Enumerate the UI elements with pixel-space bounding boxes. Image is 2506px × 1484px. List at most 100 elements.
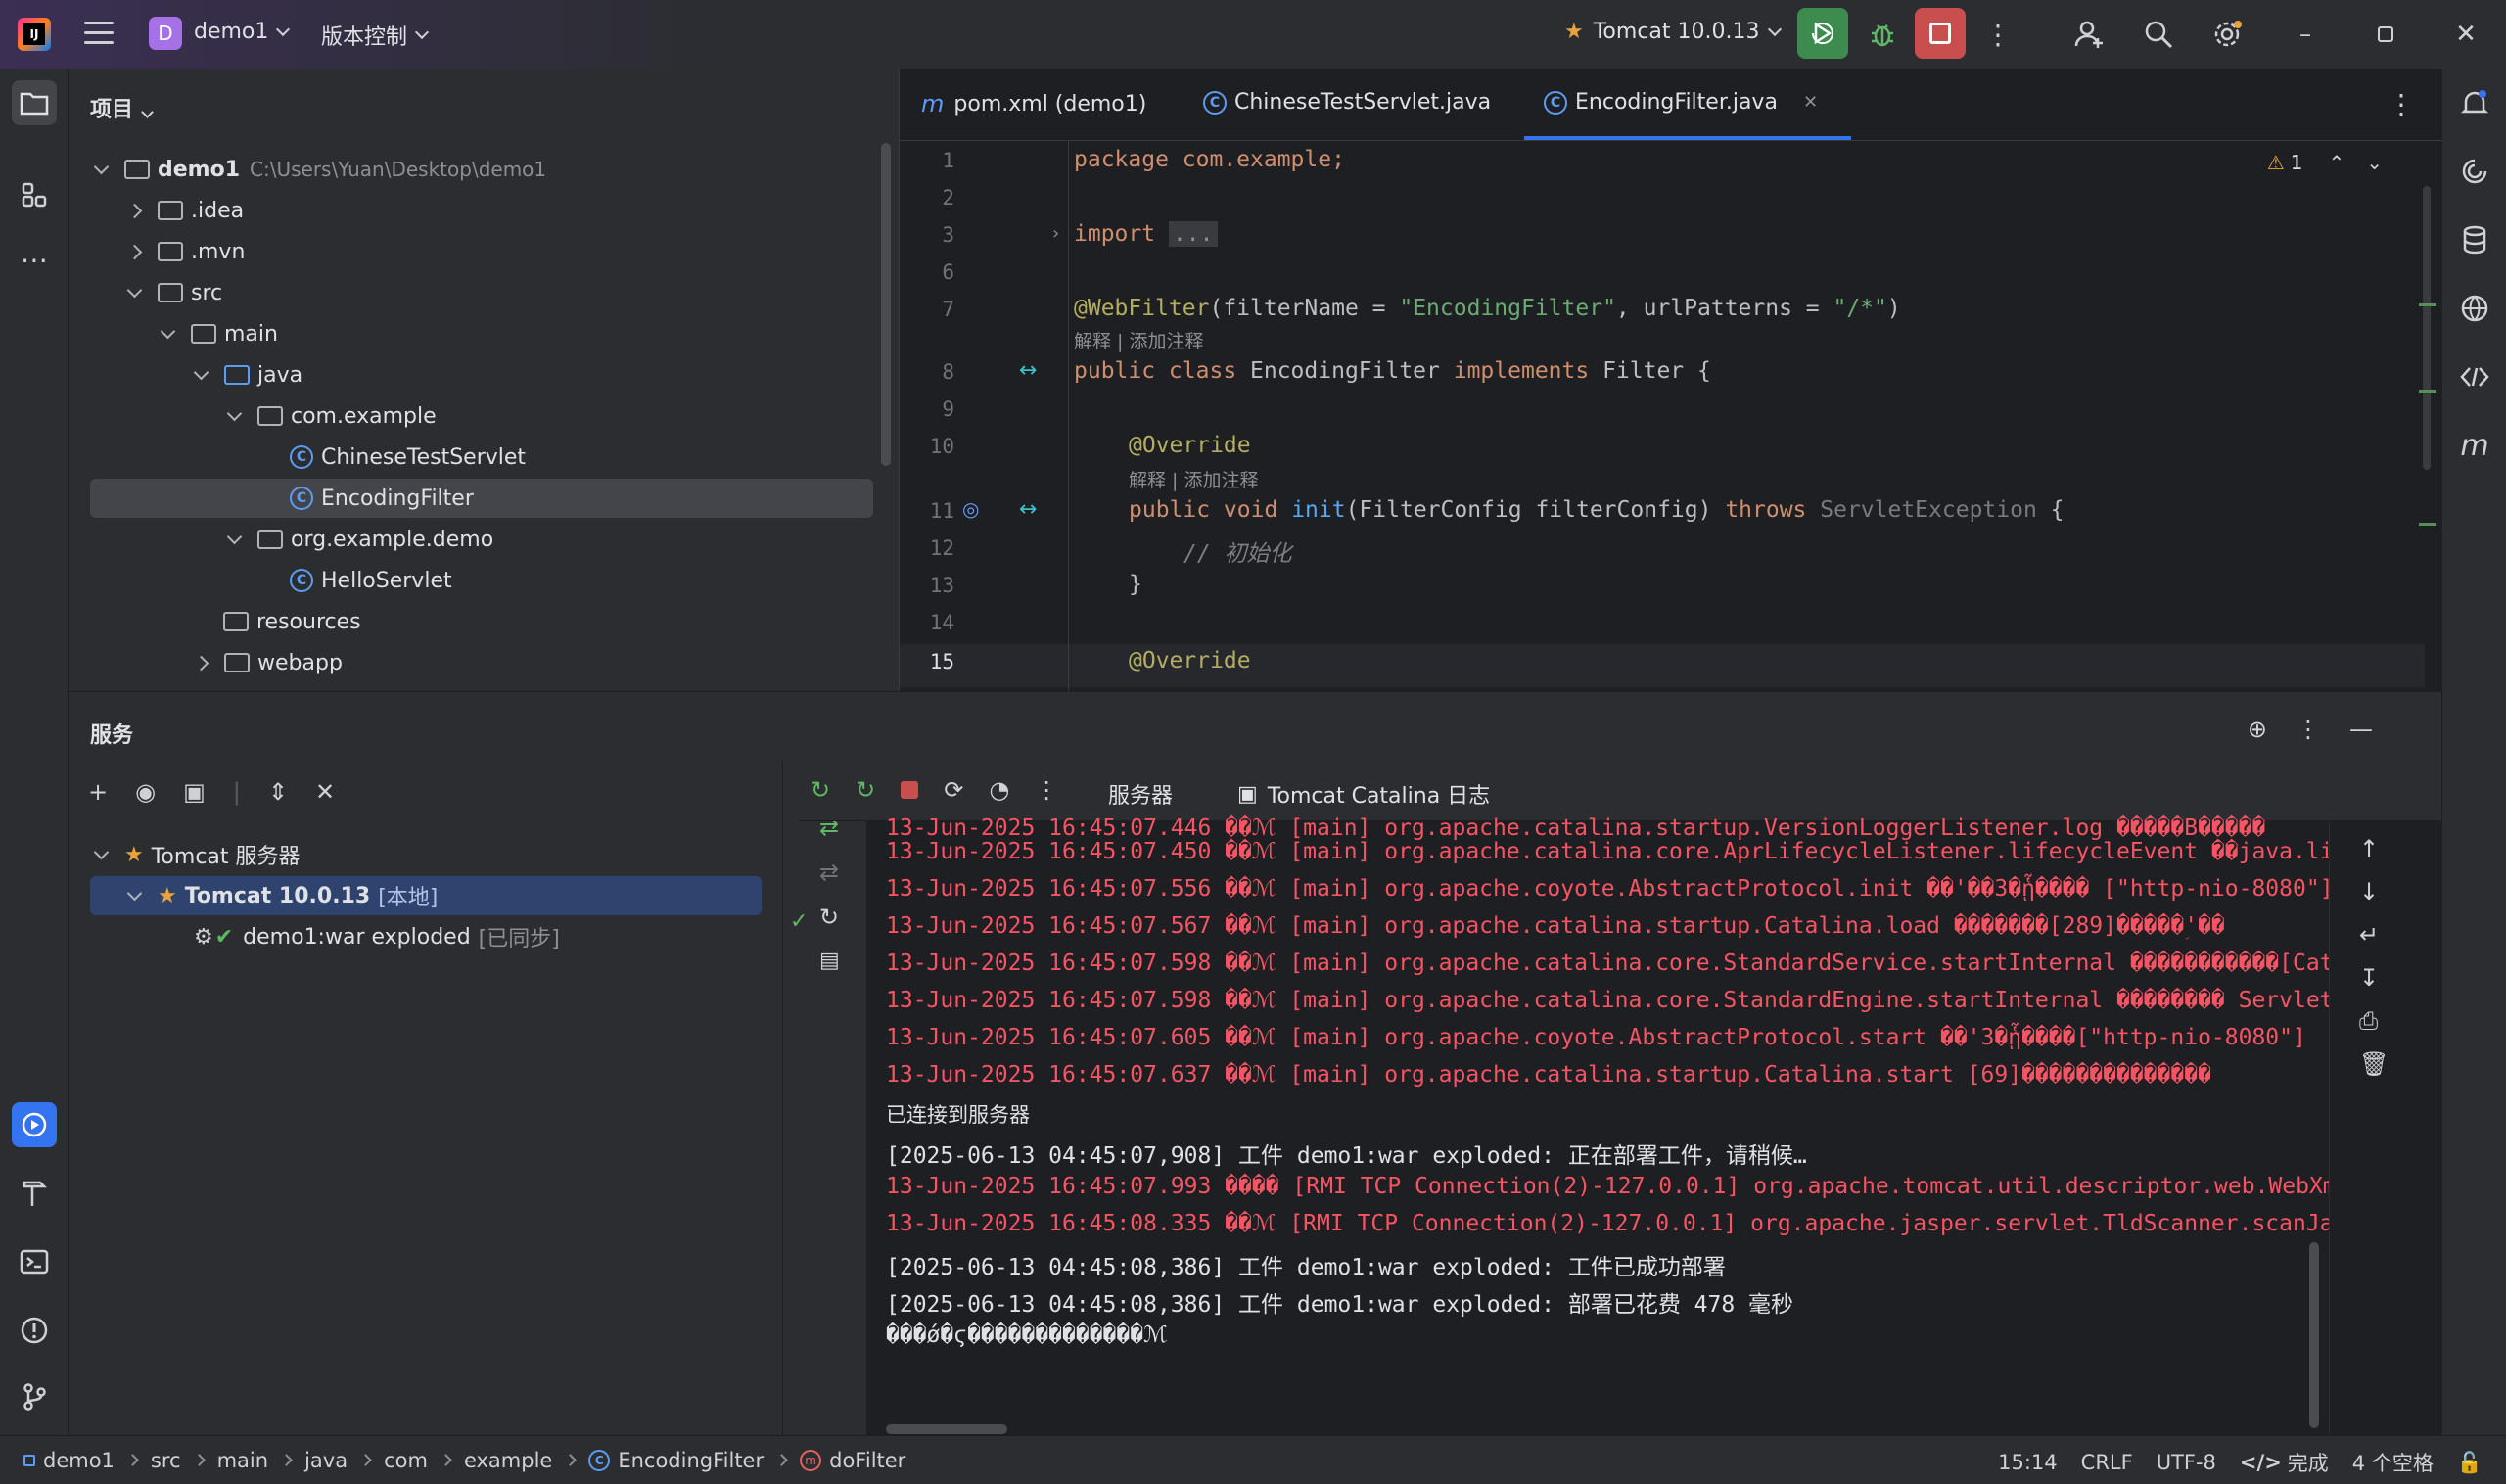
intellij-logo-icon[interactable]: IJ (18, 18, 51, 51)
fold-expand-icon[interactable]: › (1052, 223, 1059, 244)
service-tomcat-instance[interactable]: ★ Tomcat 10.0.13 [本地] (90, 876, 762, 915)
code-line-1[interactable]: package com.example; (1074, 147, 1345, 172)
tree-item-resources[interactable]: resources (223, 602, 361, 641)
tabs-more-icon[interactable]: ⋮ (2388, 88, 2415, 120)
code-line-3[interactable]: import ... (1074, 221, 1218, 247)
editor-scrollbar[interactable] (2423, 186, 2431, 470)
scroll-to-end-icon[interactable]: ↧ (2359, 964, 2389, 992)
inspection-widget[interactable]: ⚠ 1 ⌃ ⌄ (2267, 151, 2383, 174)
ai-assistant-icon[interactable] (2452, 149, 2497, 194)
hide-panel-icon[interactable]: — (2349, 716, 2373, 743)
code-style-status[interactable]: </> 完成 (2240, 1448, 2329, 1477)
project-tool-icon[interactable] (12, 80, 57, 125)
endpoints-icon[interactable] (2452, 354, 2497, 399)
expand-all-icon[interactable]: ⇕ (268, 778, 288, 806)
more-vertical-icon[interactable]: ⋮ (1981, 18, 2015, 51)
debug-icon[interactable] (1866, 18, 1899, 51)
maven-icon[interactable]: m (2452, 423, 2497, 468)
breadcrumb-item[interactable]: demo1 (23, 1449, 115, 1472)
tree-item-com-example[interactable]: com.example (226, 396, 437, 436)
terminal-icon[interactable] (12, 1239, 57, 1284)
tree-item-encodingfilter[interactable]: C EncodingFilter (90, 479, 873, 518)
tree-item-org-example-demo[interactable]: org.example.demo (226, 520, 493, 559)
soft-wrap-icon[interactable]: ↵ (2359, 921, 2389, 949)
breadcrumb-item[interactable]: main (217, 1449, 268, 1472)
print-icon[interactable]: ⎙ (2359, 1007, 2389, 1035)
redeploy-icon[interactable]: ⇄ (819, 858, 839, 886)
more-vertical-icon[interactable]: ⋮ (1035, 776, 1058, 804)
project-panel-title[interactable]: 项目 (90, 92, 154, 123)
breadcrumb-item[interactable]: java (304, 1449, 348, 1472)
close-tab-icon[interactable]: ✕ (1803, 92, 1818, 113)
tab-pom-xml[interactable]: m pom.xml (demo1) (921, 90, 1146, 117)
code-line-10[interactable]: @Override (1129, 433, 1251, 458)
project-selector[interactable]: demo1 (194, 20, 291, 44)
code-vision-hint[interactable]: 解释 | 添加注释 (1129, 466, 1258, 492)
database-icon[interactable] (2452, 217, 2497, 262)
indent-setting[interactable]: 4 个空格 (2352, 1448, 2434, 1477)
implements-gutter-icon[interactable]: ◎ (962, 497, 979, 521)
stop-icon[interactable] (901, 781, 919, 799)
code-vision-hint[interactable]: 解释 | 添加注释 (1074, 327, 1203, 353)
tree-item-webapp[interactable]: webapp (193, 643, 343, 682)
notifications-bell-icon[interactable] (2452, 80, 2497, 125)
add-service-icon[interactable]: + (88, 778, 108, 806)
minimize-icon[interactable]: – (2289, 18, 2322, 51)
project-scrollbar[interactable] (881, 143, 891, 466)
tree-item-main[interactable]: main (160, 314, 278, 353)
breadcrumb-item[interactable]: m doFilter (800, 1449, 905, 1472)
tree-item-helloservlet[interactable]: C HelloServlet (290, 561, 452, 600)
clear-trash-icon[interactable]: 🗑 (2359, 1050, 2389, 1078)
tab-chinesetestservlet[interactable]: C ChineseTestServlet.java (1203, 90, 1491, 115)
code-line-13[interactable]: } (1129, 572, 1142, 597)
stop-button[interactable] (1915, 8, 1966, 59)
vcs-menu[interactable]: 版本控制 (321, 20, 430, 51)
tree-item-chinesetestservlet[interactable]: C ChineseTestServlet (290, 438, 526, 477)
folded-imports[interactable]: ... (1168, 221, 1218, 247)
web-filter-gutter-icon[interactable]: ↔ (1019, 497, 1037, 522)
breadcrumb-item[interactable]: C EncodingFilter (588, 1449, 764, 1472)
refresh-icon[interactable]: ↻ (819, 904, 839, 931)
console-output[interactable]: 13-Jun-2025 16:45:07.446 ��ℳ [main] org.… (866, 815, 2441, 1436)
more-vertical-icon[interactable]: ⋮ (2297, 716, 2320, 743)
tree-item-src[interactable]: src (126, 273, 222, 312)
next-highlight-icon[interactable]: ⌄ (2366, 151, 2383, 174)
build-hammer-icon[interactable] (12, 1171, 57, 1216)
add-user-icon[interactable] (2073, 18, 2107, 51)
services-tool-icon[interactable] (12, 1102, 57, 1147)
code-line-11[interactable]: public void init(FilterConfig filterConf… (1129, 497, 2065, 523)
web-globe-icon[interactable] (2452, 286, 2497, 331)
tab-server[interactable]: 服务器 (1108, 778, 1173, 810)
settings-gear-icon[interactable] (2210, 18, 2244, 51)
breadcrumb-item[interactable]: example (464, 1449, 552, 1472)
code-line-15[interactable]: @Override (1129, 648, 1251, 673)
service-tomcat-server[interactable]: ★ Tomcat 服务器 (93, 835, 301, 874)
problems-icon[interactable] (12, 1308, 57, 1353)
run-config-selector[interactable]: ★ Tomcat 10.0.13 (1564, 20, 1782, 44)
prev-highlight-icon[interactable]: ⌃ (2328, 151, 2344, 174)
rerun-debug-icon[interactable]: ↻ (856, 776, 875, 804)
project-badge[interactable]: D (149, 17, 182, 50)
file-encoding[interactable]: UTF-8 (2157, 1451, 2216, 1474)
tree-item-mvn[interactable]: .mvn (126, 232, 245, 271)
console-vertical-scrollbar[interactable] (2309, 1242, 2319, 1428)
tab-encodingfilter[interactable]: C EncodingFilter.java ✕ (1523, 90, 1852, 140)
dashboard-icon[interactable]: ◔ (989, 776, 1009, 804)
restore-icon[interactable] (2369, 18, 2402, 51)
tab-catalina-log[interactable]: ▣ Tomcat Catalina 日志 (1237, 778, 1490, 810)
web-filter-gutter-icon[interactable]: ↔ (1019, 358, 1037, 383)
code-line-8[interactable]: public class EncodingFilter implements F… (1074, 358, 1711, 384)
code-line-7[interactable]: @WebFilter(filterName = "EncodingFilter"… (1074, 296, 1901, 321)
breadcrumb-item[interactable]: com (384, 1449, 428, 1472)
rerun-icon[interactable]: ↻ (811, 776, 830, 804)
close-icon[interactable]: ✕ (2449, 18, 2483, 51)
collapse-all-icon[interactable]: ✕ (315, 778, 335, 806)
tree-item-demo1[interactable]: demo1 C:\Users\Yuan\Desktop\demo1 (93, 150, 546, 189)
restart-icon[interactable]: ⟳ (944, 776, 963, 804)
tree-item-java[interactable]: java (193, 355, 302, 394)
more-horizontal-icon[interactable]: ⋯ (12, 237, 57, 282)
service-artifact[interactable]: ⚙ ✔ demo1:war exploded [已同步] (194, 917, 560, 956)
git-branch-icon[interactable] (12, 1374, 57, 1419)
locate-icon[interactable]: ⊕ (2248, 716, 2267, 743)
scroll-up-icon[interactable]: ↑ (2359, 835, 2389, 862)
